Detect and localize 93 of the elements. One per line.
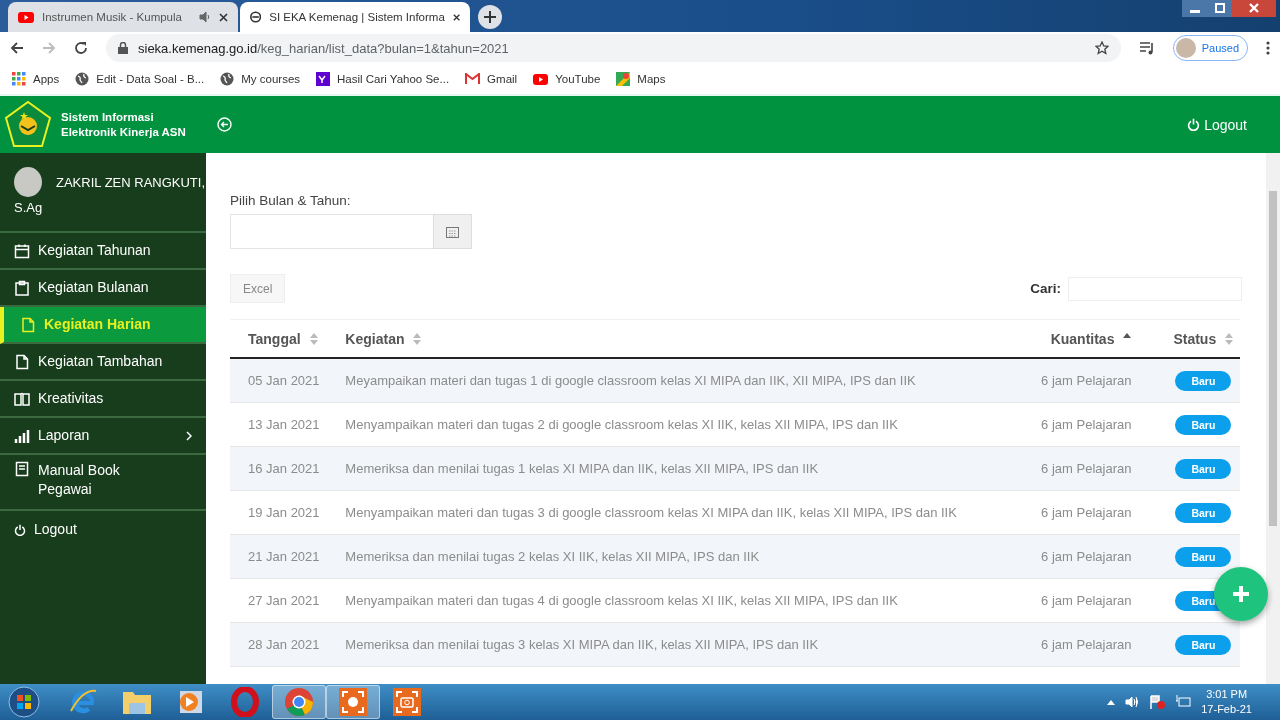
table-cell: Meyampaikan materi dan tugas 1 di google classroom kelas XI MIPA dan IIK, XII MIPA, IPS dan IIK — [327, 358, 1012, 403]
folder-icon[interactable] — [122, 689, 152, 715]
globe-icon — [220, 72, 235, 86]
maximize-icon[interactable] — [1208, 0, 1232, 17]
url-text: sieka.kemenag.go.id/keg_harian/list_data?bulan=1&tahun=2021 — [138, 40, 509, 56]
speaker-icon[interactable] — [199, 11, 211, 23]
calendar-icon — [14, 242, 30, 259]
play-icon — [18, 11, 34, 23]
chrome-icon[interactable] — [284, 687, 314, 717]
table-cell: 6 jam Pelajaran — [1011, 622, 1156, 667]
add-button[interactable] — [1214, 567, 1268, 621]
map-icon — [616, 72, 631, 86]
address-bar[interactable]: sieka.kemenag.go.id/keg_harian/list_data?bulan=1&tahun=2021 — [106, 34, 1121, 62]
play-icon — [533, 73, 549, 85]
table-cell: 6 jam Pelajaran — [1011, 446, 1156, 491]
close-icon[interactable] — [452, 12, 460, 22]
table-cell: 6 jam Pelajaran — [1011, 358, 1156, 403]
plus-icon — [484, 11, 496, 23]
user-name: ZAKRIL ZEN RANGKUTI, — [56, 174, 206, 190]
table-cell: Memeriksa dan menilai tugas 2 kelas XI IIK, kelas XII MIPA, IPS dan IIK — [327, 534, 1012, 579]
bar-chart-icon — [14, 427, 30, 444]
close-icon[interactable] — [219, 12, 228, 22]
field-label: Pilih Bulan & Tahun: — [230, 193, 352, 208]
status-badge: Baru — [1175, 414, 1232, 435]
table-cell: Menyampaikan materi dan tugas 3 di google classroom kelas XI MIPA dan IIK, kelas XII MIPA, IPS dan IIK — [327, 490, 1012, 535]
reload-icon[interactable] — [74, 41, 88, 55]
back-icon[interactable] — [10, 41, 24, 55]
camera-icon[interactable] — [393, 688, 421, 716]
table-cell: 21 Jan 2021 — [230, 534, 328, 579]
mail-icon — [465, 73, 481, 85]
scrollbar[interactable] — [1266, 153, 1280, 684]
apps-icon — [12, 72, 26, 86]
power-icon — [1187, 118, 1201, 131]
yahoo-icon — [316, 72, 331, 86]
taskbar-button[interactable] — [326, 685, 380, 719]
table-cell: 13 Jan 2021 — [230, 402, 328, 447]
table-cell: 6 jam Pelajaran — [1011, 490, 1156, 535]
network-icon[interactable] — [1175, 695, 1192, 709]
table-cell: 19 Jan 2021 — [230, 490, 328, 535]
flag-icon[interactable] — [1149, 695, 1166, 709]
media-player-icon[interactable] — [178, 689, 204, 715]
status-badge: Baru — [1175, 370, 1232, 391]
taskbar-button[interactable] — [272, 685, 326, 719]
new-tab-button[interactable] — [478, 5, 502, 29]
clock[interactable]: 3:01 PM 17-Feb-21 — [1201, 687, 1252, 717]
status-badge: Baru — [1175, 502, 1232, 523]
user-avatar — [14, 167, 42, 197]
calendar-icon — [446, 225, 459, 238]
file-icon — [14, 353, 30, 370]
table-cell: 6 jam Pelajaran — [1011, 402, 1156, 447]
lock-icon — [118, 42, 128, 54]
table-cell: 6 jam Pelajaran — [1011, 578, 1156, 623]
browser-tab[interactable]: SI EKA Kemenag | Sistem Informa — [240, 2, 470, 32]
menu-icon[interactable] — [1266, 41, 1270, 55]
status-badge: Baru — [1175, 458, 1232, 479]
media-queue-icon[interactable] — [1138, 41, 1155, 55]
search-label: Cari: — [1030, 281, 1061, 296]
file-icon — [20, 316, 36, 333]
table-cell: 28 Jan 2021 — [230, 622, 328, 667]
table-cell: Menyampaikan materi dan tugas 4 di google classroom kelas XI IIK, kelas XII MIPA, IPS dan IIK — [327, 578, 1012, 623]
user-title: S.Ag — [14, 200, 44, 215]
calendar-button[interactable] — [433, 214, 472, 249]
status-badge: Baru — [1175, 546, 1232, 567]
table-cell: Menyampaikan materi dan tugas 2 di google classroom kelas XI IIK, kelas XII MIPA, IPS dan IIK — [327, 402, 1012, 447]
table-cell: 27 Jan 2021 — [230, 578, 328, 623]
month-year-field[interactable] — [230, 214, 433, 249]
bookmark-link[interactable]: Maps — [616, 72, 666, 86]
bookmark-link[interactable]: YouTube — [533, 73, 601, 85]
recorder-icon[interactable] — [339, 688, 367, 716]
logo-icon — [3, 99, 53, 150]
bookmark-link[interactable]: Apps — [12, 72, 60, 86]
bookmark-link[interactable]: Hasil Cari Yahoo Se... — [316, 72, 450, 86]
power-icon — [14, 523, 26, 536]
bookmark-link[interactable]: My courses — [220, 72, 301, 86]
table-cell: 6 jam Pelajaran — [1011, 534, 1156, 579]
bookmark-link[interactable]: Gmail — [465, 73, 518, 85]
collapse-sidebar-icon[interactable] — [217, 117, 232, 132]
table-cell: 05 Jan 2021 — [230, 358, 328, 403]
sidebar-item[interactable]: Logout — [0, 511, 206, 548]
table-cell: 16 Jan 2021 — [230, 446, 328, 491]
table-cell: Memeriksa dan menilai tugas 1 kelas XI MIPA dan IIK, kelas XII MIPA, IPS dan IIK — [327, 446, 1012, 491]
table-cell: Memeriksa dan menilai tugas 3 kelas XI MIPA dan IIK, kelas XII MIPA, IPS dan IIK — [327, 622, 1012, 667]
star-icon[interactable] — [1094, 41, 1109, 55]
clipboard-icon — [14, 279, 30, 296]
logout-button[interactable]: Logout — [1181, 115, 1253, 134]
globe-icon — [75, 72, 90, 86]
browser-tab[interactable]: Instrumen Musik - Kumpula — [8, 2, 238, 32]
status-badge: Baru — [1175, 634, 1232, 655]
minimize-icon[interactable] — [1182, 0, 1208, 17]
bookmark-link[interactable]: Edit - Data Soal - B... — [75, 72, 205, 86]
plus-icon — [1232, 585, 1250, 603]
caret-up-icon[interactable] — [1107, 699, 1116, 705]
app-title: Sistem Informasi Elektronik Kinerja ASN — [61, 109, 187, 140]
